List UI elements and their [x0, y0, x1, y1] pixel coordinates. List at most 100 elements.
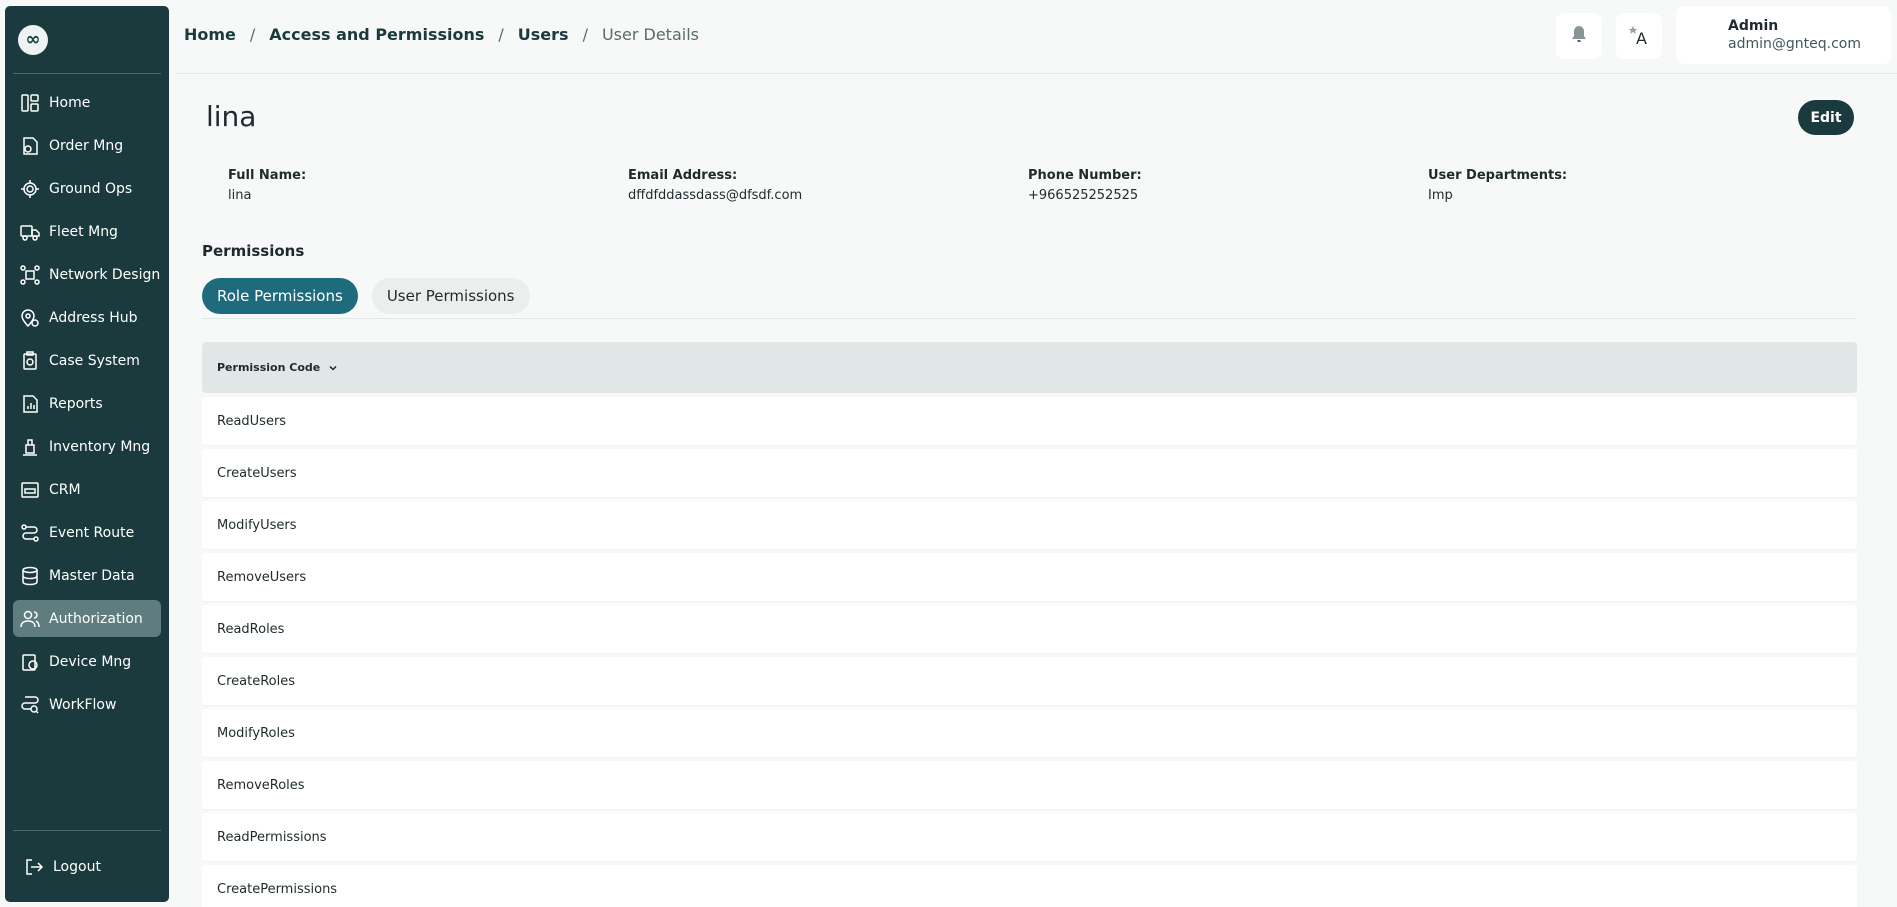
breadcrumb-current: User Details: [601, 25, 699, 44]
app-logo[interactable]: ∞: [18, 24, 48, 55]
crm-icon: [19, 479, 41, 501]
table-row[interactable]: RemoveRoles: [202, 761, 1857, 809]
sidebar-item-label: CRM: [49, 481, 81, 498]
sidebar-item-label: Network Design: [49, 266, 161, 283]
workflow-icon: [19, 694, 41, 716]
detail-label: Full Name:: [228, 168, 307, 183]
breadcrumb-users[interactable]: Users: [518, 25, 569, 44]
breadcrumb-home[interactable]: Home: [184, 25, 236, 44]
location-icon: [19, 307, 41, 329]
sidebar-item-label: Event Route: [49, 524, 135, 541]
sidebar-item-label: Master Data: [49, 567, 135, 584]
table-row[interactable]: CreatePermissions: [202, 865, 1857, 907]
notifications-button[interactable]: [1556, 13, 1602, 59]
breadcrumb: Home / Access and Permissions / Users / …: [184, 25, 699, 44]
table-row[interactable]: ModifyRoles: [202, 709, 1857, 757]
sidebar-item-device-mng[interactable]: Device Mng: [13, 643, 161, 680]
detail-value: Imp: [1428, 188, 1453, 203]
breadcrumb-separator: /: [582, 25, 588, 44]
truck-icon: [19, 221, 41, 243]
table-row[interactable]: ModifyUsers: [202, 501, 1857, 549]
sidebar-item-label: Reports: [49, 395, 103, 412]
sidebar-item-label: Fleet Mng: [49, 223, 118, 240]
sidebar-item-address-hub[interactable]: Address Hub: [13, 299, 161, 336]
detail-departments: User Departments: Imp: [1428, 168, 1828, 203]
language-button[interactable]: A: [1616, 13, 1662, 59]
sidebar-item-home[interactable]: Home: [13, 84, 161, 121]
sidebar-item-case-system[interactable]: Case System: [13, 342, 161, 379]
permissions-tabs: Role Permissions User Permissions: [202, 278, 1857, 319]
device-icon: [19, 651, 41, 673]
logout-icon: [23, 856, 45, 878]
order-icon: [19, 135, 41, 157]
detail-value: dffdfddassdass@dfsdf.com: [628, 188, 803, 203]
table-row[interactable]: RemoveUsers: [202, 553, 1857, 601]
sidebar-item-reports[interactable]: Reports: [13, 385, 161, 422]
detail-label: User Departments:: [1428, 168, 1568, 183]
tab-user-permissions[interactable]: User Permissions: [371, 278, 530, 314]
sidebar-item-ground-ops[interactable]: Ground Ops: [13, 170, 161, 207]
inventory-icon: [19, 436, 41, 458]
table-row[interactable]: CreateUsers: [202, 449, 1857, 497]
user-name: Admin: [1728, 18, 1779, 34]
table-row[interactable]: CreateRoles: [202, 657, 1857, 705]
sidebar-item-label: Case System: [49, 352, 140, 369]
table-row[interactable]: ReadPermissions: [202, 813, 1857, 861]
sidebar-item-master-data[interactable]: Master Data: [13, 557, 161, 594]
sidebar-item-inventory-mng[interactable]: Inventory Mng: [13, 428, 161, 465]
sidebar-item-network-design[interactable]: Network Design: [13, 256, 161, 293]
case-icon: [19, 350, 41, 372]
detail-value: +966525252525: [1028, 188, 1139, 203]
sidebar-nav: Home Order Mng Ground Ops Fleet Mng Netw…: [5, 84, 169, 729]
permissions-table: Permission Code ReadUsers CreateUsers Mo…: [202, 342, 1857, 907]
tab-role-permissions[interactable]: Role Permissions: [202, 278, 358, 314]
permissions-heading: Permissions: [202, 242, 305, 260]
sidebar-item-event-route[interactable]: Event Route: [13, 514, 161, 551]
column-header-permission-code[interactable]: Permission Code: [217, 361, 320, 374]
home-icon: [19, 92, 41, 114]
sidebar-item-order-mng[interactable]: Order Mng: [13, 127, 161, 164]
sidebar-item-crm[interactable]: CRM: [13, 471, 161, 508]
page-title: lina: [206, 100, 257, 133]
user-email: admin@gnteq.com: [1728, 36, 1861, 52]
sidebar-item-workflow[interactable]: WorkFlow: [13, 686, 161, 723]
sidebar-item-label: Home: [49, 94, 91, 111]
breadcrumb-access-permissions[interactable]: Access and Permissions: [269, 25, 484, 44]
breadcrumb-separator: /: [498, 25, 504, 44]
logout-label: Logout: [53, 858, 101, 875]
sidebar-item-fleet-mng[interactable]: Fleet Mng: [13, 213, 161, 250]
table-row[interactable]: ReadUsers: [202, 397, 1857, 445]
detail-phone: Phone Number: +966525252525: [1028, 168, 1428, 203]
sidebar-item-authorization[interactable]: Authorization: [13, 600, 161, 637]
logout-button[interactable]: Logout: [13, 830, 161, 902]
translate-icon: A: [1627, 24, 1651, 48]
top-bar: Home / Access and Permissions / Users / …: [176, 0, 1897, 74]
sidebar-item-label: Address Hub: [49, 309, 138, 326]
report-icon: [19, 393, 41, 415]
edit-button[interactable]: Edit: [1798, 100, 1854, 135]
user-details: Full Name: lina Email Address: dffdfddas…: [228, 168, 1848, 203]
users-icon: [19, 608, 41, 630]
table-header: Permission Code: [202, 342, 1857, 393]
sidebar-item-label: Inventory Mng: [49, 438, 151, 455]
route-icon: [19, 522, 41, 544]
ground-ops-icon: [19, 178, 41, 200]
detail-value: lina: [228, 188, 252, 203]
detail-label: Phone Number:: [1028, 168, 1142, 183]
sidebar: ∞ Home Order Mng Ground Ops Fleet Mng Ne…: [5, 6, 169, 902]
user-profile-card[interactable]: Admin admin@gnteq.com: [1676, 6, 1891, 64]
language-label: A: [1636, 29, 1647, 48]
chevron-down-icon[interactable]: [328, 363, 338, 373]
sidebar-item-label: Order Mng: [49, 137, 124, 154]
sidebar-item-label: Authorization: [49, 610, 143, 627]
network-icon: [19, 264, 41, 286]
sidebar-item-label: WorkFlow: [49, 696, 117, 713]
table-row[interactable]: ReadRoles: [202, 605, 1857, 653]
detail-email: Email Address: dffdfddassdass@dfsdf.com: [628, 168, 1028, 203]
sidebar-item-label: Ground Ops: [49, 180, 133, 197]
breadcrumb-separator: /: [249, 25, 256, 44]
detail-full-name: Full Name: lina: [228, 168, 628, 203]
sidebar-item-label: Device Mng: [49, 653, 132, 670]
logo-area: ∞: [13, 6, 161, 74]
detail-label: Email Address:: [628, 168, 738, 183]
